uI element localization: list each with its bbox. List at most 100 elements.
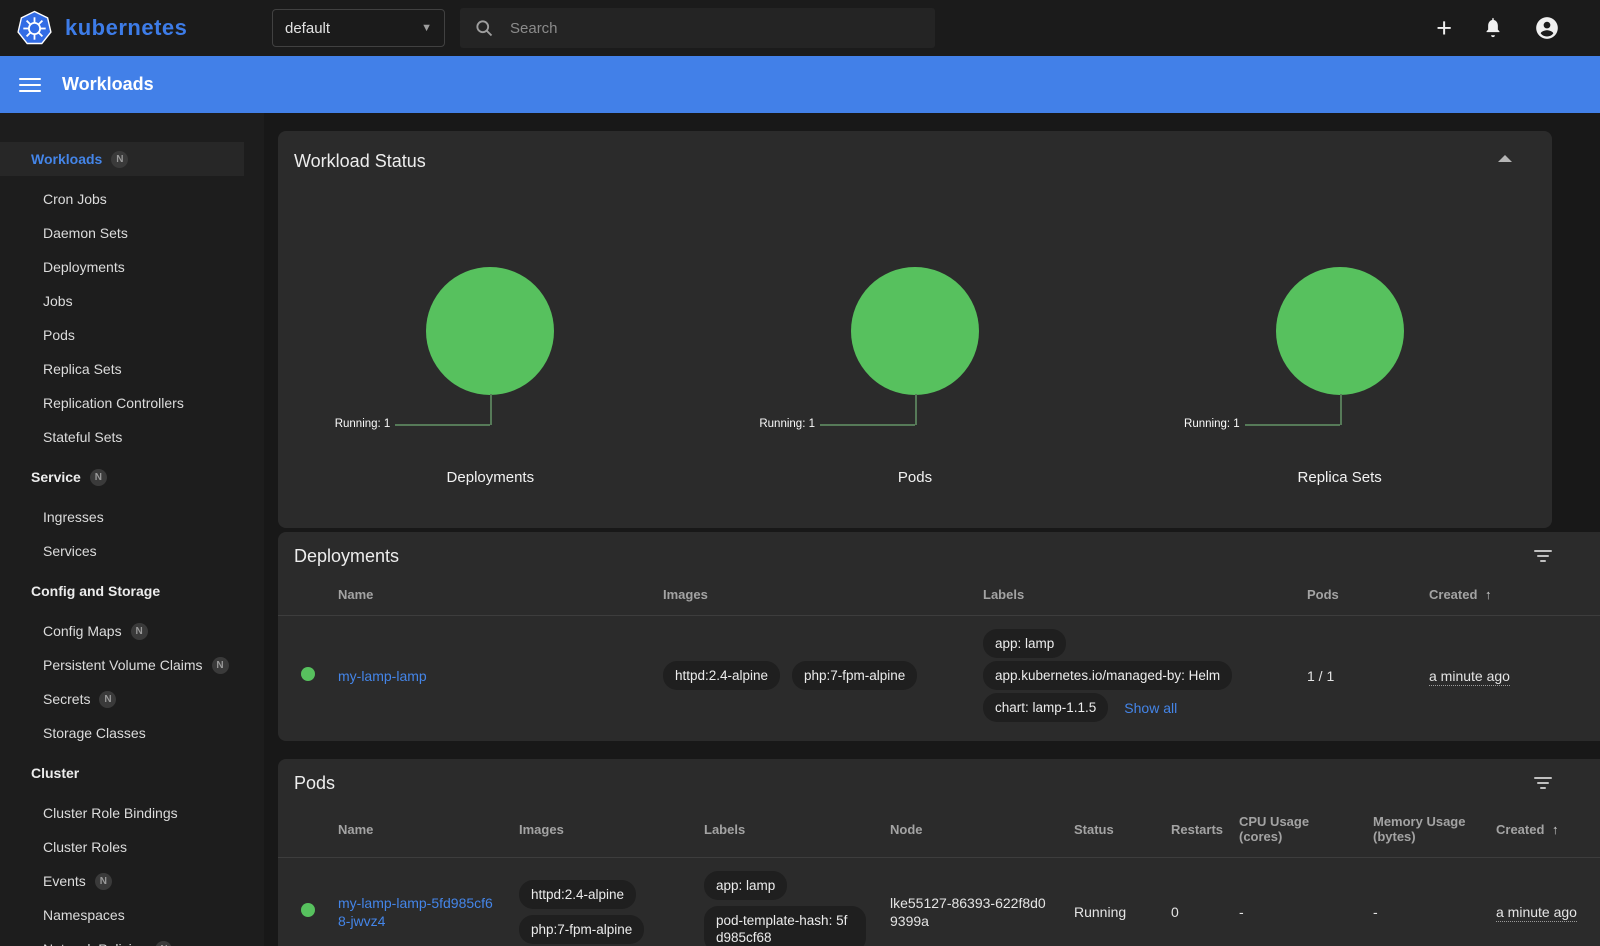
col-created[interactable]: Created ↑ <box>1417 571 1600 616</box>
create-resource-icon[interactable]: + <box>1436 15 1452 42</box>
pods-card: Pods Name Images Labels Node St <box>278 759 1600 946</box>
menu-hamburger-icon[interactable] <box>19 74 41 96</box>
created-ago[interactable]: a minute ago <box>1496 904 1577 922</box>
search-input[interactable] <box>510 20 921 37</box>
sidebar-item-cluster-role-bindings[interactable]: Cluster Role Bindings <box>0 796 264 830</box>
image-chip: httpd:2.4-alpine <box>519 880 636 909</box>
deployment-name-link[interactable]: my-lamp-lamp <box>338 668 427 684</box>
status-ok-icon <box>301 903 315 917</box>
pods-status-chart: Running: 1 Pods <box>703 267 1128 486</box>
kubernetes-logo[interactable]: kubernetes <box>0 10 272 47</box>
sidebar-section-config-and-storage[interactable]: Config and Storage <box>0 574 264 608</box>
sidebar-item-network-policies[interactable]: Network Policies N <box>0 932 264 946</box>
deployments-title: Deployments <box>278 532 1600 567</box>
col-node[interactable]: Node <box>878 798 1062 858</box>
col-labels[interactable]: Labels <box>692 798 878 858</box>
label-chip: chart: lamp-1.1.5 <box>983 693 1108 722</box>
pods-ready-count: 1 / 1 <box>1295 616 1417 736</box>
col-images[interactable]: Images <box>651 571 971 616</box>
label-chip: app: lamp <box>704 871 787 900</box>
label-chip: app.kubernetes.io/managed-by: Helm <box>983 661 1232 690</box>
col-status[interactable]: Status <box>1062 798 1159 858</box>
sidebar-section-cluster[interactable]: Cluster <box>0 756 264 790</box>
sidebar-item-config-maps[interactable]: Config Maps N <box>0 614 264 648</box>
table-header-row: Name Images Labels Pods Created ↑ <box>278 571 1600 616</box>
page-title: Workloads <box>62 74 154 95</box>
image-chip: php:7-fpm-alpine <box>792 661 917 690</box>
col-created[interactable]: Created ↑ <box>1484 798 1600 858</box>
pie-legend: Running: 1 <box>1184 418 1240 430</box>
pods-title: Pods <box>278 759 1600 794</box>
table-row: my-lamp-lamp-5fd985cf68-jwvz4 httpd:2.4-… <box>278 858 1600 946</box>
sidebar-item-secrets[interactable]: Secrets N <box>0 682 264 716</box>
sidebar-item-replication-controllers[interactable]: Replication Controllers <box>0 386 264 420</box>
sidebar-item-stateful-sets[interactable]: Stateful Sets <box>0 420 264 454</box>
kubernetes-helm-icon <box>16 10 53 47</box>
sidebar-item-events[interactable]: Events N <box>0 864 264 898</box>
sort-arrow-icon: ↑ <box>1552 822 1559 837</box>
replica-sets-pie <box>1276 267 1404 395</box>
collapse-card-icon[interactable] <box>1498 155 1512 162</box>
label-chip: app: lamp <box>983 629 1066 658</box>
col-memory-usage[interactable]: Memory Usage (bytes) <box>1361 798 1484 858</box>
sidebar-item-replica-sets[interactable]: Replica Sets <box>0 352 264 386</box>
pod-status: Running <box>1062 858 1159 946</box>
deployments-card: Deployments Name Images Labels Pods Cr <box>278 532 1600 741</box>
search-icon <box>474 18 494 38</box>
sidebar-item-service[interactable]: Service N <box>0 460 264 494</box>
pie-legend: Running: 1 <box>759 418 815 430</box>
table-row: my-lamp-lamp httpd:2.4-alpine php:7-fpm-… <box>278 616 1600 736</box>
top-bar: kubernetes default ▼ + <box>0 0 1600 56</box>
filter-icon[interactable] <box>1534 550 1552 565</box>
sidebar-item-namespaces[interactable]: Namespaces <box>0 898 264 932</box>
sidebar-item-daemon-sets[interactable]: Daemon Sets <box>0 216 264 250</box>
replica-sets-status-chart: Running: 1 Replica Sets <box>1127 267 1552 486</box>
pod-cpu-usage: - <box>1227 858 1361 946</box>
deployments-pie <box>426 267 554 395</box>
user-avatar-icon[interactable] <box>1534 15 1560 41</box>
sidebar-item-storage-classes[interactable]: Storage Classes <box>0 716 264 750</box>
sidebar-nav: Workloads N Cron Jobs Daemon Sets Deploy… <box>0 113 264 946</box>
sort-arrow-icon: ↑ <box>1485 587 1492 602</box>
new-badge: N <box>90 469 107 486</box>
new-badge: N <box>95 873 112 890</box>
new-badge: N <box>99 691 116 708</box>
namespace-selector[interactable]: default ▼ <box>272 9 445 47</box>
col-cpu-usage[interactable]: CPU Usage (cores) <box>1227 798 1361 858</box>
search-bar[interactable] <box>460 8 935 48</box>
namespace-value: default <box>285 20 330 37</box>
table-header-row: Name Images Labels Node Status Restarts … <box>278 798 1600 858</box>
brand-wordmark: kubernetes <box>65 15 187 41</box>
created-ago[interactable]: a minute ago <box>1429 668 1510 686</box>
col-images[interactable]: Images <box>507 798 692 858</box>
sidebar-item-services[interactable]: Services <box>0 534 264 568</box>
sidebar-item-jobs[interactable]: Jobs <box>0 284 264 318</box>
chevron-down-icon: ▼ <box>421 22 432 34</box>
sidebar-item-cron-jobs[interactable]: Cron Jobs <box>0 182 264 216</box>
app-bar: Workloads <box>0 56 1600 113</box>
col-pods[interactable]: Pods <box>1295 571 1417 616</box>
pod-memory-usage: - <box>1361 858 1484 946</box>
sidebar-item-deployments[interactable]: Deployments <box>0 250 264 284</box>
sidebar-item-persistent-volume-claims[interactable]: Persistent Volume Claims N <box>0 648 264 682</box>
show-all-link[interactable]: Show all <box>1124 700 1177 716</box>
new-badge: N <box>131 623 148 640</box>
pod-restarts: 0 <box>1159 858 1227 946</box>
sidebar-item-ingresses[interactable]: Ingresses <box>0 500 264 534</box>
col-name[interactable]: Name <box>326 571 651 616</box>
filter-icon[interactable] <box>1534 777 1552 792</box>
sidebar-item-pods[interactable]: Pods <box>0 318 264 352</box>
new-badge: N <box>212 657 229 674</box>
col-restarts[interactable]: Restarts <box>1159 798 1227 858</box>
image-chip: httpd:2.4-alpine <box>663 661 780 690</box>
chart-label: Replica Sets <box>1127 469 1552 486</box>
sidebar-item-workloads[interactable]: Workloads N <box>0 142 244 176</box>
new-badge: N <box>155 941 172 946</box>
col-name[interactable]: Name <box>326 798 507 858</box>
pod-name-link[interactable]: my-lamp-lamp-5fd985cf68-jwvz4 <box>338 895 493 929</box>
pods-pie <box>851 267 979 395</box>
status-ok-icon <box>301 667 315 681</box>
notifications-bell-icon[interactable] <box>1482 17 1504 39</box>
sidebar-item-cluster-roles[interactable]: Cluster Roles <box>0 830 264 864</box>
col-labels[interactable]: Labels <box>971 571 1295 616</box>
